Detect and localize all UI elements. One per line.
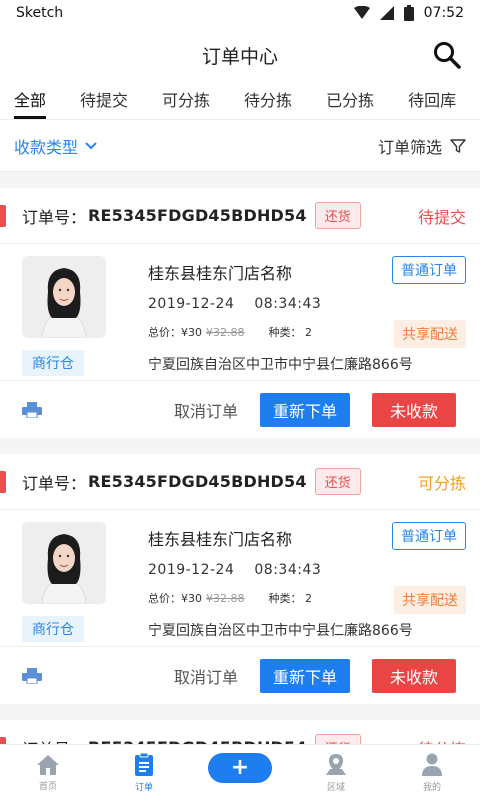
delivery-badge: 共享配送 <box>394 320 466 348</box>
order-date: 2019-12-24 <box>148 296 235 312</box>
unpaid-button[interactable]: 未收款 <box>372 658 456 693</box>
order-time: 08:34:43 <box>254 562 322 578</box>
order-status: 可分拣 <box>417 473 466 493</box>
user-icon <box>422 753 442 776</box>
order-filter-button[interactable]: 订单筛选 <box>378 134 466 158</box>
nav-region-label: 区域 <box>326 782 345 793</box>
order-card[interactable]: 订单号： RE5345FDGD45BDHD54 还货 可分拣 商行仓 桂东县桂东… <box>0 454 480 704</box>
return-badge: 还货 <box>314 468 361 495</box>
pay-type-label: 收款类型 <box>14 137 79 157</box>
order-icon <box>135 752 153 776</box>
page-title: 订单中心 <box>201 45 278 68</box>
signal-icon <box>379 6 394 20</box>
nav-home-label: 首页 <box>38 781 57 792</box>
order-accent-bar <box>0 471 6 493</box>
order-actions: 取消订单 重新下单 未收款 <box>0 646 480 704</box>
kind-count: 种类： 2 <box>268 592 313 605</box>
order-filter-label: 订单筛选 <box>377 137 442 157</box>
original-price: ¥32.88 <box>206 325 245 339</box>
wifi-icon <box>353 6 370 19</box>
warehouse-tag: 商行仓 <box>22 616 84 642</box>
nav-home[interactable]: 首页 <box>8 754 88 792</box>
delivery-address: 宁夏回族自治区中卫市中宁县仁廉路866号 <box>148 357 413 373</box>
cancel-order-button[interactable]: 取消订单 <box>164 664 248 688</box>
pay-type-dropdown[interactable]: 收款类型 <box>14 134 98 158</box>
order-datetime: 2019-12-24 08:34:43 <box>148 562 466 578</box>
divider <box>0 704 480 720</box>
filter-icon <box>450 138 466 153</box>
original-price: ¥32.88 <box>206 591 245 605</box>
order-body: 商行仓 桂东县桂东门店名称 普通订单 2019-12-24 08:34:43 总价… <box>0 244 480 380</box>
nav-orders[interactable]: 订单 <box>104 752 184 793</box>
carrier-label: Sketch <box>16 5 64 21</box>
home-icon <box>37 754 59 775</box>
order-time: 08:34:43 <box>254 296 322 312</box>
tab-return-stock[interactable]: 待回库 <box>408 87 456 119</box>
nav-region[interactable]: 区域 <box>296 753 376 793</box>
order-type-badge: 普通订单 <box>392 522 466 550</box>
order-number-label: 订单号： <box>22 473 87 493</box>
bottom-nav: 首页 订单 + 区域 我的 <box>0 744 480 800</box>
printer-icon[interactable] <box>22 667 42 684</box>
nav-orders-label: 订单 <box>134 782 153 793</box>
tab-to-sort[interactable]: 待分拣 <box>244 87 292 119</box>
chevron-down-icon <box>85 141 97 149</box>
nav-profile-label: 我的 <box>422 782 441 793</box>
divider <box>0 172 480 188</box>
nav-profile[interactable]: 我的 <box>392 753 472 793</box>
order-number: RE5345FDGD45BDHD54 <box>88 472 307 491</box>
kind-count: 种类： 2 <box>268 326 313 339</box>
nav-add[interactable]: + <box>200 752 280 783</box>
order-accent-bar <box>0 205 6 227</box>
order-header: 订单号： RE5345FDGD45BDHD54 还货 可分拣 <box>0 454 480 510</box>
store-photo <box>22 522 106 604</box>
unpaid-button[interactable]: 未收款 <box>372 392 456 427</box>
order-type-badge: 普通订单 <box>392 256 466 284</box>
order-number-label: 订单号： <box>22 207 87 227</box>
reorder-button[interactable]: 重新下单 <box>260 392 350 427</box>
order-body: 商行仓 桂东县桂东门店名称 普通订单 2019-12-24 08:34:43 总价… <box>0 510 480 646</box>
app-header: 订单中心 <box>0 26 480 84</box>
warehouse-tag: 商行仓 <box>22 350 84 376</box>
clock: 07:52 <box>423 5 464 21</box>
status-bar: Sketch 07:52 <box>0 0 480 26</box>
reorder-button[interactable]: 重新下单 <box>260 658 350 693</box>
total-price: 总价：¥30 <box>148 326 202 339</box>
order-number: RE5345FDGD45BDHD54 <box>88 206 307 225</box>
filter-row: 收款类型 订单筛选 <box>0 120 480 172</box>
battery-icon <box>403 5 414 21</box>
search-icon[interactable] <box>432 40 462 70</box>
return-badge: 还货 <box>314 202 361 229</box>
order-date: 2019-12-24 <box>148 562 235 578</box>
tab-all[interactable]: 全部 <box>14 87 47 119</box>
order-info: 桂东县桂东门店名称 普通订单 2019-12-24 08:34:43 总价：¥30… <box>148 256 466 380</box>
tab-sortable[interactable]: 可分拣 <box>162 87 210 119</box>
order-header: 订单号： RE5345FDGD45BDHD54 还货 待提交 <box>0 188 480 244</box>
tab-pending-submit[interactable]: 待提交 <box>80 87 128 119</box>
order-status: 待提交 <box>417 207 466 227</box>
divider <box>0 438 480 454</box>
cancel-order-button[interactable]: 取消订单 <box>164 398 248 422</box>
delivery-badge: 共享配送 <box>394 586 466 614</box>
delivery-address: 宁夏回族自治区中卫市中宁县仁廉路866号 <box>148 623 413 639</box>
printer-icon[interactable] <box>22 401 42 418</box>
order-actions: 取消订单 重新下单 未收款 <box>0 380 480 438</box>
region-icon <box>326 753 346 775</box>
order-datetime: 2019-12-24 08:34:43 <box>148 296 466 312</box>
order-card[interactable]: 订单号： RE5345FDGD45BDHD54 还货 待提交 商行仓 桂东县桂东… <box>0 188 480 438</box>
total-price: 总价：¥30 <box>148 592 202 605</box>
status-tabs: 全部 待提交 可分拣 待分拣 已分拣 待回库 <box>0 84 480 120</box>
store-photo <box>22 256 106 338</box>
add-icon: + <box>208 752 272 783</box>
tab-sorted[interactable]: 已分拣 <box>326 87 374 119</box>
order-info: 桂东县桂东门店名称 普通订单 2019-12-24 08:34:43 总价：¥30… <box>148 522 466 646</box>
